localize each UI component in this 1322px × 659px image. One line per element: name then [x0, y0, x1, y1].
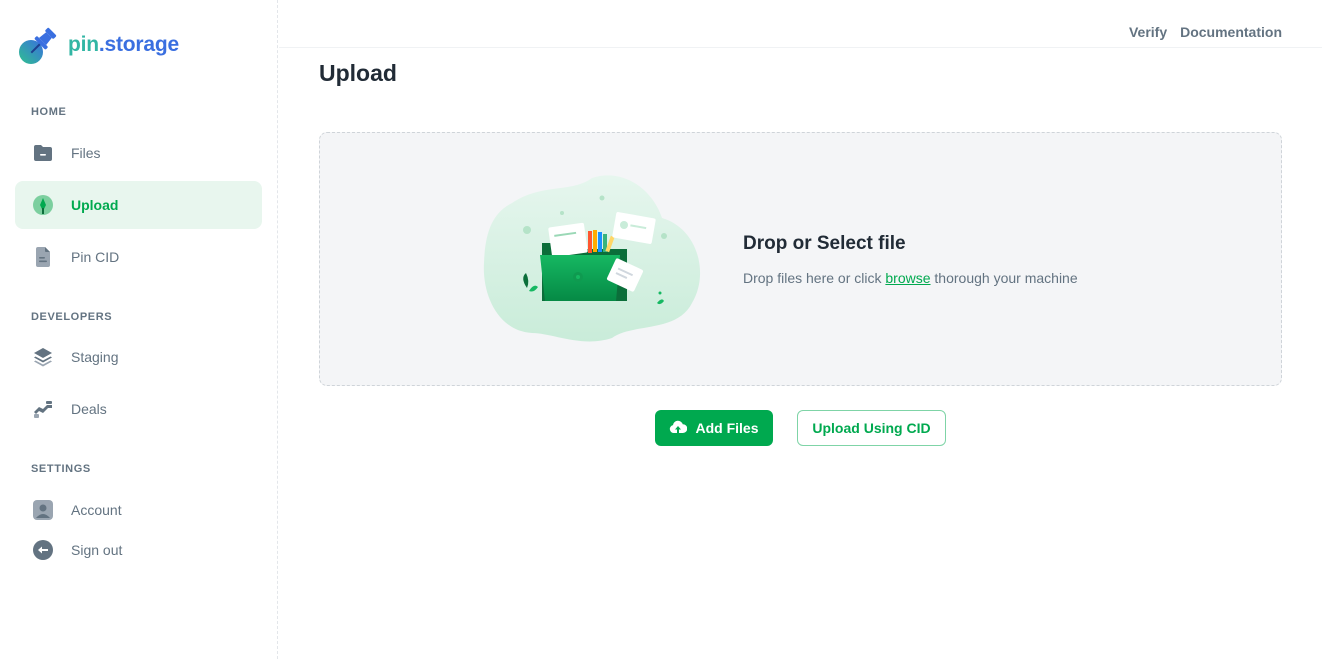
- dropzone-subtitle-text-end: thorough your machine: [930, 270, 1078, 286]
- browse-link[interactable]: browse: [885, 270, 930, 286]
- section-label-home: HOME: [31, 106, 67, 118]
- sign-out-icon: [32, 539, 54, 561]
- layers-icon: [32, 346, 54, 368]
- pushpin-logo-icon: [18, 24, 62, 66]
- upload-using-cid-button[interactable]: Upload Using CID: [797, 410, 946, 446]
- sidebar-item-label: Staging: [71, 349, 119, 365]
- sidebar-item-label: Pin CID: [71, 249, 120, 265]
- upload-icon: [32, 194, 54, 216]
- sidebar-item-staging[interactable]: Staging: [15, 333, 262, 381]
- section-label-developers: DEVELOPERS: [31, 311, 113, 323]
- section-label-settings: SETTINGS: [31, 463, 91, 475]
- sidebar-item-label: Sign out: [71, 542, 123, 558]
- dropzone-title: Drop or Select file: [743, 233, 906, 254]
- file-dropzone[interactable]: Drop or Select file Drop files here or c…: [319, 132, 1282, 386]
- documentation-link[interactable]: Documentation: [1180, 24, 1282, 40]
- verify-link[interactable]: Verify: [1129, 24, 1167, 40]
- folder-with-files-illustration: [482, 173, 704, 348]
- handshake-icon: [32, 398, 54, 420]
- dropzone-subtitle-text: Drop files here or click: [743, 270, 886, 286]
- document-icon: [32, 246, 54, 268]
- sidebar-item-label: Account: [71, 502, 122, 518]
- sidebar: pin.storage HOME Files Upload Pin CID DE…: [0, 0, 278, 659]
- sidebar-item-deals[interactable]: Deals: [15, 385, 262, 433]
- cloud-upload-icon: [669, 420, 688, 436]
- sidebar-item-label: Deals: [71, 401, 107, 417]
- sidebar-item-sign-out[interactable]: Sign out: [15, 526, 262, 574]
- brand-name: pin.storage: [68, 33, 179, 56]
- upload-using-cid-label: Upload Using CID: [812, 420, 931, 436]
- add-files-label: Add Files: [695, 420, 759, 436]
- sidebar-item-label: Upload: [71, 197, 119, 213]
- top-bar: Verify Documentation: [279, 0, 1322, 48]
- sidebar-item-label: Files: [71, 145, 101, 161]
- page-title: Upload: [319, 60, 397, 86]
- brand-logo[interactable]: pin.storage: [18, 24, 179, 66]
- dropzone-subtitle: Drop files here or click browse thorough…: [743, 270, 1078, 286]
- sidebar-item-files[interactable]: Files: [15, 129, 262, 177]
- user-icon: [32, 499, 54, 521]
- sidebar-item-pin-cid[interactable]: Pin CID: [15, 233, 262, 281]
- header-links: Verify Documentation: [1129, 24, 1282, 40]
- sidebar-item-upload[interactable]: Upload: [15, 181, 262, 229]
- add-files-button[interactable]: Add Files: [655, 410, 773, 446]
- folder-icon: [32, 142, 54, 164]
